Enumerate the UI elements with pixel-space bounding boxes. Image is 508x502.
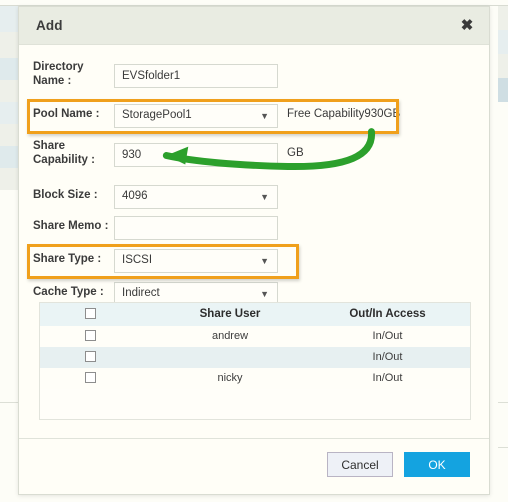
block-size-value: 4096 (122, 190, 148, 202)
dialog-footer: Cancel OK (19, 438, 489, 494)
pool-name-value: StoragePool1 (122, 109, 192, 121)
share-user-table: Share User Out/In Access andrew In/Out I… (39, 302, 471, 420)
dialog-header: Add ✖ (19, 7, 489, 45)
background-table-row (0, 124, 18, 146)
background-table-row (0, 32, 18, 58)
background-table-row (0, 102, 18, 124)
cancel-button[interactable]: Cancel (327, 452, 393, 477)
table-row[interactable]: andrew In/Out (40, 326, 470, 347)
background-table-row (0, 6, 18, 32)
chevron-down-icon: ▼ (260, 111, 269, 121)
block-size-select[interactable]: 4096 ▼ (114, 185, 278, 209)
table-row[interactable]: In/Out (40, 347, 470, 368)
background-table-row (0, 146, 18, 168)
background-table-row (0, 58, 18, 80)
background-table-row (498, 78, 508, 102)
column-header-out-in-access: Out/In Access (349, 308, 426, 320)
field-row-block-size: Block Size : 4096 ▼ (19, 185, 489, 211)
select-all-checkbox[interactable] (85, 308, 96, 319)
background-table-row (0, 168, 18, 190)
share-capability-input[interactable] (114, 143, 278, 167)
cell-share-user: nicky (217, 372, 243, 384)
dialog-body: Directory Name : Pool Name : StoragePool… (19, 46, 489, 439)
dialog-title: Add (36, 18, 63, 33)
background-table-row (0, 80, 18, 102)
directory-name-input[interactable] (114, 64, 278, 88)
chevron-down-icon: ▼ (260, 256, 269, 266)
background-rule-right (498, 402, 508, 403)
background-rule-left (0, 402, 18, 403)
background-table-row (498, 6, 508, 30)
background-table-row (498, 30, 508, 54)
background-rule-right-2 (498, 447, 508, 448)
chevron-down-icon: ▼ (260, 289, 269, 299)
background-left-table-strip (0, 6, 18, 502)
row-checkbox[interactable] (85, 330, 96, 341)
field-row-pool-name: Pool Name : StoragePool1 ▼ Free Capabili… (19, 104, 489, 130)
table-header-row: Share User Out/In Access (40, 303, 470, 326)
cell-out-in-access: In/Out (372, 351, 403, 363)
background-table-row (498, 54, 508, 78)
add-dialog: Add ✖ Directory Name : Pool Name : Stora… (18, 6, 490, 495)
pool-name-select[interactable]: StoragePool1 ▼ (114, 104, 278, 128)
row-checkbox[interactable] (85, 351, 96, 362)
cell-out-in-access: In/Out (372, 330, 403, 342)
column-header-share-user: Share User (199, 308, 261, 320)
cache-type-value: Indirect (122, 287, 160, 299)
field-row-share-capability: Share Capability : GB (19, 140, 489, 169)
chevron-down-icon: ▼ (260, 192, 269, 202)
row-checkbox[interactable] (85, 372, 96, 383)
cell-share-user: andrew (211, 330, 249, 342)
field-row-directory-name: Directory Name : (19, 61, 489, 90)
field-row-share-type: Share Type : ISCSI ▼ (19, 249, 489, 275)
table-row[interactable]: nicky In/Out (40, 368, 470, 389)
share-type-value: ISCSI (122, 254, 153, 266)
share-capability-unit: GB (287, 147, 304, 159)
background-table-row (498, 102, 508, 302)
ok-button[interactable]: OK (404, 452, 470, 477)
cell-out-in-access: In/Out (372, 372, 403, 384)
background-right-table-strip (498, 6, 508, 502)
field-row-share-memo: Share Memo : (19, 216, 489, 242)
share-memo-input[interactable] (114, 216, 278, 240)
close-icon[interactable]: ✖ (457, 16, 477, 36)
pool-free-capability-text: Free Capability930GB (287, 108, 401, 120)
share-type-select[interactable]: ISCSI ▼ (114, 249, 278, 273)
